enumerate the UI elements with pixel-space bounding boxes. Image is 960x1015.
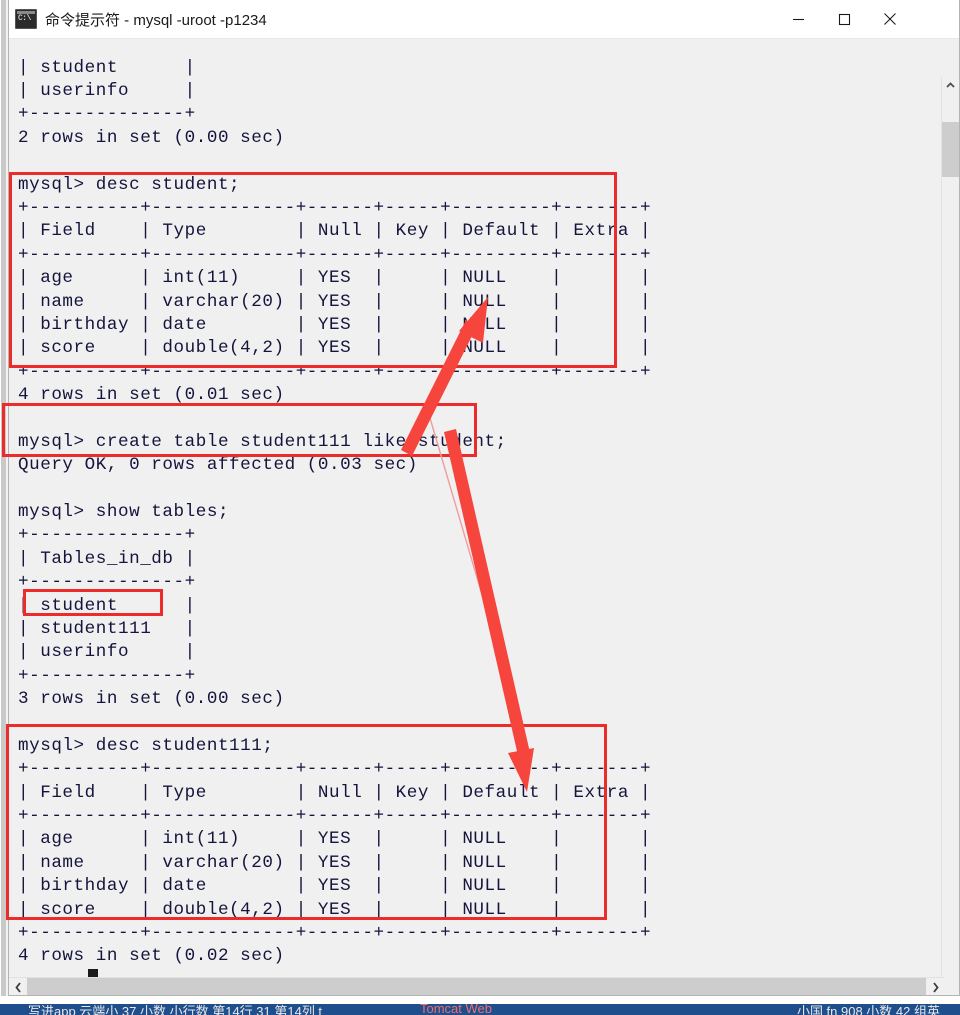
console-line: | userinfo | xyxy=(18,642,196,663)
console-line: | score | double(4,2) | YES | | NULL | | xyxy=(18,338,652,359)
horizontal-scrollbar[interactable] xyxy=(9,977,944,995)
console-line: 2 rows in set (0.00 sec) xyxy=(18,127,285,148)
bottom-status-strip: 写进app 云端小 37 小数 小行数 第14行 31 第14列 t Tomca… xyxy=(0,1001,960,1015)
minimize-button[interactable] xyxy=(775,0,821,38)
console-line: | student | xyxy=(18,57,196,78)
console-line: | student111 | xyxy=(18,618,196,639)
close-button[interactable] xyxy=(867,0,913,38)
console-line: +----------+-------------+------+-----+-… xyxy=(18,244,652,265)
console-line: mysql> show tables; xyxy=(18,502,230,523)
console-line: +----------+-------------+------+-----+-… xyxy=(18,361,652,382)
vertical-scrollbar[interactable] xyxy=(941,77,959,995)
console-line: +--------------+ xyxy=(18,572,196,593)
console-line: | Field | Type | Null | Key | Default | … xyxy=(18,221,652,242)
console-line: | birthday | date | YES | | NULL | | xyxy=(18,314,652,335)
console-line: | name | varchar(20) | YES | | NULL | | xyxy=(18,291,652,312)
console-line: +--------------+ xyxy=(18,665,196,686)
console-line: mysql> desc student111; xyxy=(18,735,274,756)
status-strip-left-text: 写进app 云端小 37 小数 小行数 第14行 31 第14列 t xyxy=(28,1004,323,1015)
console-line: mysql> desc student; xyxy=(18,174,241,195)
console-line: 4 rows in set (0.01 sec) xyxy=(18,385,285,406)
maximize-button[interactable] xyxy=(821,0,867,38)
horizontal-scrollbar-thumb[interactable] xyxy=(27,978,926,995)
scroll-right-arrow-icon[interactable] xyxy=(926,978,944,995)
console-line: | score | double(4,2) | YES | | NULL | | xyxy=(18,899,652,920)
bottom-cutoff-strip: 写进app 云端小 37 小数 小行数 第14行 31 第14列 t Tomca… xyxy=(0,996,960,1015)
console-line: | birthday | date | YES | | NULL | | xyxy=(18,876,652,897)
console-line: +--------------+ xyxy=(18,525,196,546)
console-line: +--------------+ xyxy=(18,104,196,125)
console-line: mysql> create table student111 like stud… xyxy=(18,431,507,452)
console-line: | name | varchar(20) | YES | | NULL | | xyxy=(18,852,652,873)
console-output: | student | | userinfo | +--------------+ 2… xyxy=(9,57,929,995)
console-line: +----------+-------------+------+-----+-… xyxy=(18,759,652,780)
title-bar: 命令提示符 - mysql -uroot -p1234 xyxy=(9,0,959,39)
terminal-client-area[interactable]: | student | | userinfo | +--------------+ 2… xyxy=(9,39,959,995)
console-line: 4 rows in set (0.02 sec) xyxy=(18,946,285,967)
console-line: | Tables_in_db | xyxy=(18,548,196,569)
console-line: 3 rows in set (0.00 sec) xyxy=(18,689,285,710)
console-line: +----------+-------------+------+-----+-… xyxy=(18,923,652,944)
console-line: | Field | Type | Null | Key | Default | … xyxy=(18,782,652,803)
console-line: | age | int(11) | YES | | NULL | | xyxy=(18,268,652,289)
console-line: +----------+-------------+------+-----+-… xyxy=(18,197,652,218)
console-line: Query OK, 0 rows affected (0.03 sec) xyxy=(18,455,418,476)
window-title: 命令提示符 - mysql -uroot -p1234 xyxy=(45,11,267,29)
console-line: | userinfo | xyxy=(18,80,196,101)
scroll-left-arrow-icon[interactable] xyxy=(9,978,27,995)
console-line: | age | int(11) | YES | | NULL | | xyxy=(18,829,652,850)
vertical-scrollbar-thumb[interactable] xyxy=(942,122,959,177)
status-strip-middle-text: Tomcat Web xyxy=(420,1001,493,1015)
console-icon xyxy=(15,9,37,29)
console-line: +----------+-------------+------+-----+-… xyxy=(18,806,652,827)
command-prompt-window: 命令提示符 - mysql -uroot -p1234 | student ||… xyxy=(8,0,960,996)
scroll-up-arrow-icon[interactable] xyxy=(942,77,959,94)
console-line: | student | xyxy=(18,595,196,616)
status-strip-right-text: 小国 fn 908 小数 42 组英 xyxy=(796,1004,940,1015)
